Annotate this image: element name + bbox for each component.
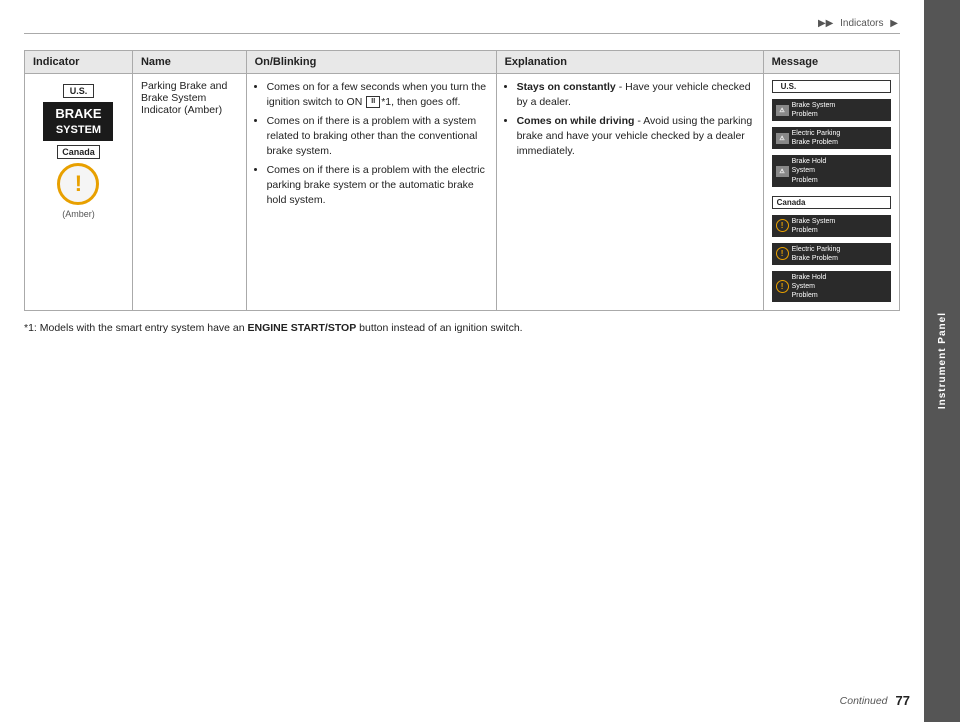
msg-us-electric-parking: ⚠ Electric ParkingBrake Problem [772,127,891,149]
indicator-name: Parking Brake and Brake System Indicator… [141,80,227,116]
list-item: Comes on for a few seconds when you turn… [267,80,488,109]
indicator-cell: U.S. BRAKE SYSTEM Canada ! (Amber) [25,74,133,311]
amber-circle-icon: ! [57,163,99,205]
header-explanation: Explanation [496,51,763,74]
msg-canada-brake-hold: ! Brake HoldSystemProblem [772,271,891,302]
header-indicator: Indicator [25,51,133,74]
canada-badge: Canada [57,145,100,159]
stays-on-term: Stays on constantly [517,81,616,93]
footnote-suffix: button instead of an ignition switch. [359,322,522,334]
msg-canada-text-2: Electric ParkingBrake Problem [792,245,841,263]
explanation-list: Stays on constantly - Have your vehicle … [505,80,755,158]
list-item: Comes on if there is a problem with the … [267,163,488,207]
msg-us-label: U.S. [772,80,891,93]
header-onblinking: On/Blinking [246,51,496,74]
footer: Continued 77 [840,693,910,708]
list-item: Comes on while driving - Avoid using the… [517,114,755,158]
message-content: U.S. ⚠ Brake SystemProblem ⚠ Electric Pa… [772,80,891,304]
brake-icon-2: ⚠ [776,133,789,144]
indicator-table: Indicator Name On/Blinking Explanation M… [24,50,900,311]
brake-icon-1: ⚠ [776,105,789,116]
us-badge: U.S. [63,84,95,98]
brake-sub-label: SYSTEM [51,123,105,137]
brake-system-box: BRAKE SYSTEM [43,102,113,141]
brake-main-label: BRAKE [51,106,105,123]
main-content: ▶▶ Indicators ▶ Indicator Name On/Blinki… [0,0,924,722]
msg-canada-text-1: Brake SystemProblem [792,217,836,235]
indicator-content: U.S. BRAKE SYSTEM Canada ! (Amber) [33,80,124,223]
msg-canada-text-3: Brake HoldSystemProblem [792,273,827,300]
breadcrumb-text: Indicators [840,18,883,29]
breadcrumb: ▶▶ Indicators ▶ [24,18,900,34]
msg-canada-electric-parking: ! Electric ParkingBrake Problem [772,243,891,265]
onblinking-list: Comes on for a few seconds when you turn… [255,80,488,208]
footer-page: 77 [896,693,910,708]
exclamation-icon: ! [75,173,82,195]
header-message: Message [763,51,899,74]
msg-us-brake-system: ⚠ Brake SystemProblem [772,99,891,121]
footnote-prefix: *1: Models with the smart entry system h… [24,322,248,334]
breadcrumb-arrow2: ▶ [890,18,898,29]
sidebar-tab: Instrument Panel [924,0,960,722]
list-item: Comes on if there is a problem with a sy… [267,114,488,158]
list-item: Stays on constantly - Have your vehicle … [517,80,755,109]
msg-us-brake-hold: ⚠ Brake HoldSystemProblem [772,155,891,186]
brake-circ-icon-2: ! [776,247,789,260]
brake-icon-3: ⚠ [776,166,789,177]
brake-circ-icon-1: ! [776,219,789,232]
brake-circ-icon-3: ! [776,280,789,293]
msg-canada-label: Canada [772,196,891,209]
ignition-icon: II [366,96,380,108]
name-cell: Parking Brake and Brake System Indicator… [132,74,246,311]
message-cell: U.S. ⚠ Brake SystemProblem ⚠ Electric Pa… [763,74,899,311]
msg-us-text-1: Brake SystemProblem [792,101,836,119]
amber-label: (Amber) [62,209,95,219]
footer-continued: Continued [840,695,888,707]
msg-us-text-2: Electric ParkingBrake Problem [792,129,841,147]
breadcrumb-arrow1: ▶▶ [818,18,833,29]
footnote-bold: ENGINE START/STOP [248,322,357,334]
sidebar-label: Instrument Panel [937,312,948,409]
msg-canada-brake-system: ! Brake SystemProblem [772,215,891,237]
msg-us-text-3: Brake HoldSystemProblem [792,157,827,184]
explanation-cell: Stays on constantly - Have your vehicle … [496,74,763,311]
footnote: *1: Models with the smart entry system h… [24,321,900,337]
header-name: Name [132,51,246,74]
onblinking-cell: Comes on for a few seconds when you turn… [246,74,496,311]
table-row: U.S. BRAKE SYSTEM Canada ! (Amber) [25,74,900,311]
comes-on-driving-term: Comes on while driving [517,115,635,127]
